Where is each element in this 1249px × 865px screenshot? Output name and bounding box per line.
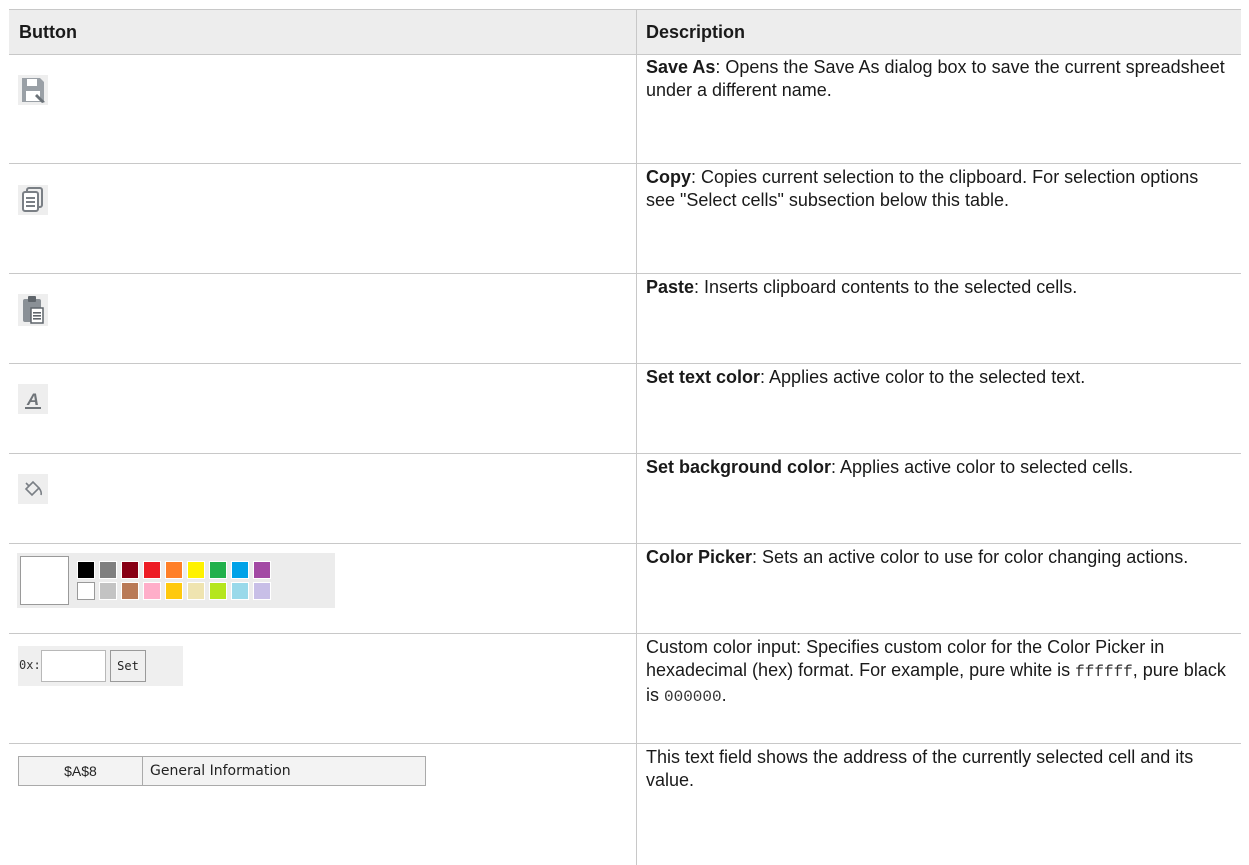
- button-cell: [9, 164, 636, 273]
- color-swatch[interactable]: [231, 582, 249, 600]
- description-cell: Save As: Opens the Save As dialog box to…: [646, 56, 1226, 102]
- table-row: Save As: Opens the Save As dialog box to…: [9, 54, 1241, 164]
- save-as-icon: [18, 75, 48, 105]
- color-swatch[interactable]: [121, 561, 139, 579]
- table-row: Paste: Inserts clipboard contents to the…: [9, 274, 1241, 364]
- header-button: Button: [19, 22, 77, 42]
- button-cell: [9, 54, 636, 163]
- paste-icon: [18, 294, 48, 326]
- code-white: ffffff: [1075, 663, 1133, 681]
- color-swatch[interactable]: [187, 561, 205, 579]
- text-color-icon: A: [18, 384, 48, 414]
- row-text: : Inserts clipboard contents to the sele…: [694, 277, 1078, 297]
- background-color-icon: [18, 474, 48, 504]
- cell-address-field[interactable]: $A$8 General Information: [18, 756, 426, 786]
- color-swatch[interactable]: [165, 561, 183, 579]
- button-cell: $A$8 General Information: [9, 744, 636, 865]
- custom-color-input: 0x: Set: [18, 646, 183, 686]
- svg-text:A: A: [26, 390, 39, 409]
- color-swatch[interactable]: [209, 561, 227, 579]
- color-swatch[interactable]: [121, 582, 139, 600]
- color-swatch[interactable]: [77, 561, 95, 579]
- color-swatch[interactable]: [143, 561, 161, 579]
- active-color-swatch: [20, 556, 69, 605]
- button-cell: [9, 274, 636, 363]
- button-cell: [9, 544, 636, 633]
- color-swatch[interactable]: [231, 561, 249, 579]
- description-cell: Custom color input: Specifies custom col…: [646, 636, 1226, 709]
- row-title: Copy: [646, 167, 691, 187]
- description-cell: Set background color: Applies active col…: [646, 456, 1226, 479]
- description-cell: Copy: Copies current selection to the cl…: [646, 166, 1226, 212]
- row-text: This text field shows the address of the…: [646, 747, 1194, 790]
- row-title: Paste: [646, 277, 695, 297]
- table-header: Button Description: [9, 9, 1241, 55]
- table-row: Set background color: Applies active col…: [9, 454, 1241, 544]
- code-black: 000000: [664, 688, 722, 706]
- color-swatch[interactable]: [187, 582, 205, 600]
- color-swatch[interactable]: [77, 582, 95, 600]
- row-text: : Applies active color to selected cells…: [831, 457, 1134, 477]
- row-title: Set background color: [646, 457, 832, 477]
- row-title: Color Picker: [646, 547, 753, 567]
- row-text: : Copies current selection to the clipbo…: [646, 167, 1199, 210]
- column-divider: [636, 9, 637, 865]
- row-title: Save As: [646, 57, 716, 77]
- table-row: A Set text color: Applies active color t…: [9, 364, 1241, 454]
- set-button[interactable]: Set: [110, 650, 146, 682]
- hex-input-field[interactable]: [41, 650, 106, 682]
- table-row: $A$8 General Information This text field…: [9, 744, 1241, 865]
- cell-address: $A$8: [19, 757, 143, 785]
- header-description: Description: [646, 22, 746, 42]
- color-swatch[interactable]: [143, 582, 161, 600]
- copy-icon: [18, 185, 48, 215]
- table-row: 0x: Set Custom color input: Specifies cu…: [9, 634, 1241, 744]
- color-swatch[interactable]: [99, 561, 117, 579]
- row-title: Set text color: [646, 367, 761, 387]
- button-cell: [9, 454, 636, 543]
- button-cell: 0x: Set: [9, 634, 636, 743]
- color-swatch[interactable]: [209, 582, 227, 600]
- table-row: Color Picker: Sets an active color to us…: [9, 544, 1241, 634]
- color-picker-palette[interactable]: [17, 553, 335, 608]
- row-text: : Sets an active color to use for color …: [752, 547, 1189, 567]
- cell-value: General Information: [150, 763, 291, 779]
- button-cell: A: [9, 364, 636, 453]
- description-cell: Set text color: Applies active color to …: [646, 366, 1226, 389]
- row-text: : Opens the Save As dialog box to save t…: [646, 57, 1225, 100]
- color-swatch[interactable]: [253, 582, 271, 600]
- description-cell: Paste: Inserts clipboard contents to the…: [646, 276, 1226, 299]
- description-cell: Color Picker: Sets an active color to us…: [646, 546, 1226, 569]
- row-text-end: .: [721, 685, 727, 705]
- description-cell: This text field shows the address of the…: [646, 746, 1226, 792]
- color-swatch[interactable]: [99, 582, 117, 600]
- hex-label: 0x:: [19, 658, 41, 672]
- color-swatch[interactable]: [165, 582, 183, 600]
- table-row: Copy: Copies current selection to the cl…: [9, 164, 1241, 274]
- color-swatch[interactable]: [253, 561, 271, 579]
- row-text: : Applies active color to the selected t…: [760, 367, 1086, 387]
